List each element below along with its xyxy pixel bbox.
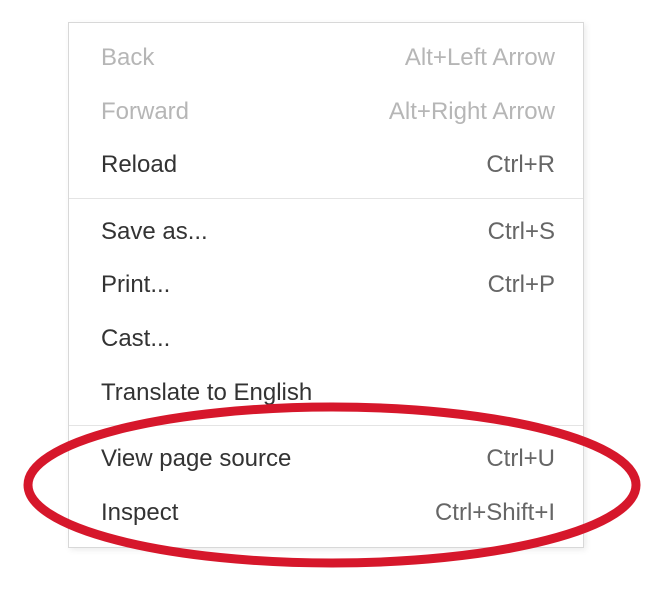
menu-item-translate[interactable]: Translate to English xyxy=(69,366,583,420)
menu-item-label: Reload xyxy=(101,148,177,182)
menu-item-inspect[interactable]: Inspect Ctrl+Shift+I xyxy=(69,486,583,540)
menu-item-label: Save as... xyxy=(101,215,208,249)
menu-item-view-source[interactable]: View page source Ctrl+U xyxy=(69,432,583,486)
menu-item-reload[interactable]: Reload Ctrl+R xyxy=(69,138,583,192)
menu-item-cast[interactable]: Cast... xyxy=(69,312,583,366)
menu-item-shortcut: Ctrl+P xyxy=(488,268,555,302)
menu-item-save-as[interactable]: Save as... Ctrl+S xyxy=(69,205,583,259)
menu-separator xyxy=(69,198,583,199)
menu-separator xyxy=(69,425,583,426)
menu-item-label: Inspect xyxy=(101,496,178,530)
menu-item-label: Cast... xyxy=(101,322,170,356)
menu-item-label: Back xyxy=(101,41,154,75)
menu-item-shortcut: Ctrl+U xyxy=(486,442,555,476)
menu-item-shortcut: Ctrl+R xyxy=(486,148,555,182)
menu-item-label: Forward xyxy=(101,95,189,129)
menu-item-label: Translate to English xyxy=(101,376,312,410)
menu-item-shortcut: Ctrl+Shift+I xyxy=(435,496,555,530)
menu-item-shortcut: Alt+Right Arrow xyxy=(389,95,555,129)
menu-item-forward[interactable]: Forward Alt+Right Arrow xyxy=(69,85,583,139)
menu-item-shortcut: Alt+Left Arrow xyxy=(405,41,555,75)
menu-item-label: Print... xyxy=(101,268,170,302)
menu-item-print[interactable]: Print... Ctrl+P xyxy=(69,258,583,312)
context-menu: Back Alt+Left Arrow Forward Alt+Right Ar… xyxy=(68,22,584,548)
menu-item-back[interactable]: Back Alt+Left Arrow xyxy=(69,31,583,85)
menu-item-shortcut: Ctrl+S xyxy=(488,215,555,249)
menu-item-label: View page source xyxy=(101,442,291,476)
